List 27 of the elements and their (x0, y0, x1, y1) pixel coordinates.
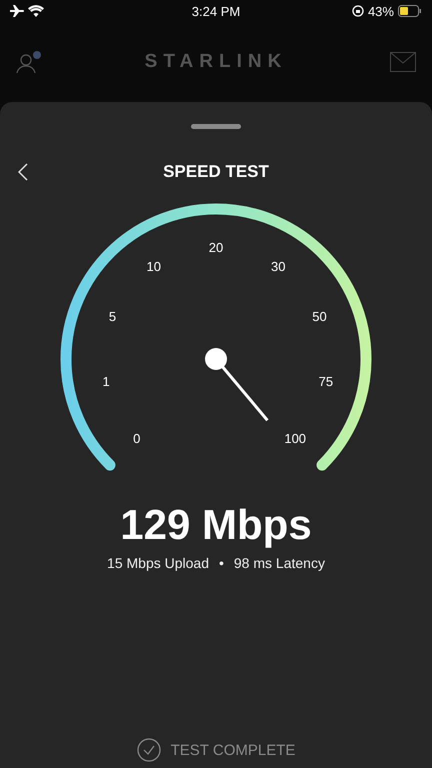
back-chevron-icon (18, 163, 28, 181)
airplane-icon (10, 5, 24, 17)
battery-percent: 43% (368, 4, 394, 18)
sheet-handle[interactable] (191, 124, 241, 129)
upload-speed: 15 Mbps Upload (107, 555, 209, 571)
gauge-tick-label: 50 (312, 309, 327, 324)
download-speed: 129 Mbps (120, 501, 312, 549)
gauge-tick-label: 5 (108, 309, 116, 324)
separator-dot: • (218, 555, 224, 571)
latency: 98 ms Latency (234, 555, 325, 571)
mail-icon[interactable] (390, 52, 416, 72)
battery-icon (398, 5, 422, 17)
gauge-tick-label: 20 (208, 240, 224, 255)
wifi-icon (28, 5, 44, 17)
status-time: 3:24 PM (192, 4, 240, 18)
test-status: TEST COMPLETE (170, 742, 296, 758)
check-circle-icon (136, 738, 161, 762)
rotation-lock-icon (352, 5, 364, 17)
starlink-logo: STARLINK (144, 51, 288, 73)
gauge-tick-label: 75 (318, 374, 334, 389)
gauge-tick-label: 30 (271, 258, 286, 274)
sheet-title: SPEED TEST (162, 162, 270, 182)
gauge-tick-label: 100 (284, 431, 306, 446)
profile-icon[interactable] (16, 50, 42, 74)
gauge-tick-label: 0 (133, 431, 140, 446)
gauge-tick-label: 1 (102, 374, 110, 389)
gauge-tick-label: 10 (146, 258, 161, 274)
